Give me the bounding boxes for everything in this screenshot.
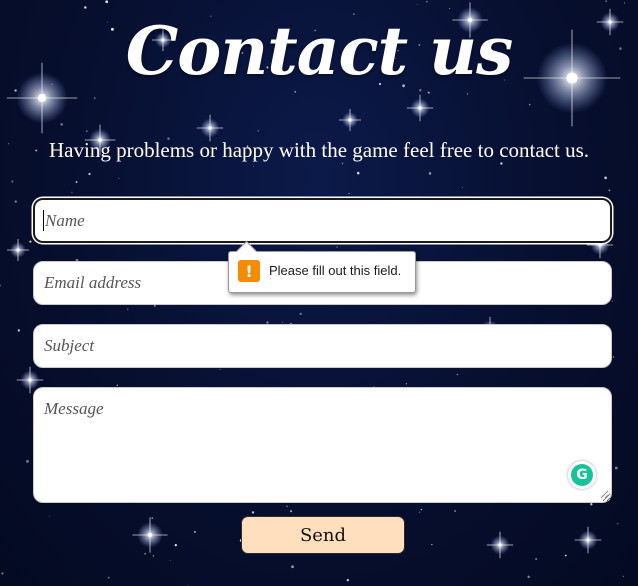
grammarly-button[interactable]: G bbox=[568, 461, 596, 489]
subject-input[interactable] bbox=[33, 324, 612, 368]
grammarly-icon: G bbox=[571, 464, 593, 486]
text-caret bbox=[43, 210, 44, 231]
page-title: Contact us bbox=[125, 12, 514, 90]
validation-message: Please fill out this field. bbox=[269, 263, 402, 278]
message-textarea[interactable] bbox=[33, 387, 612, 503]
validation-tooltip: ! Please fill out this field. bbox=[228, 240, 416, 293]
resize-handle-icon[interactable] bbox=[600, 490, 609, 499]
tooltip-arrow bbox=[235, 240, 258, 263]
page-subtitle: Having problems or happy with the game f… bbox=[49, 138, 589, 162]
send-button[interactable]: Send bbox=[241, 516, 405, 554]
name-input[interactable] bbox=[33, 198, 612, 243]
warning-icon: ! bbox=[238, 260, 260, 282]
